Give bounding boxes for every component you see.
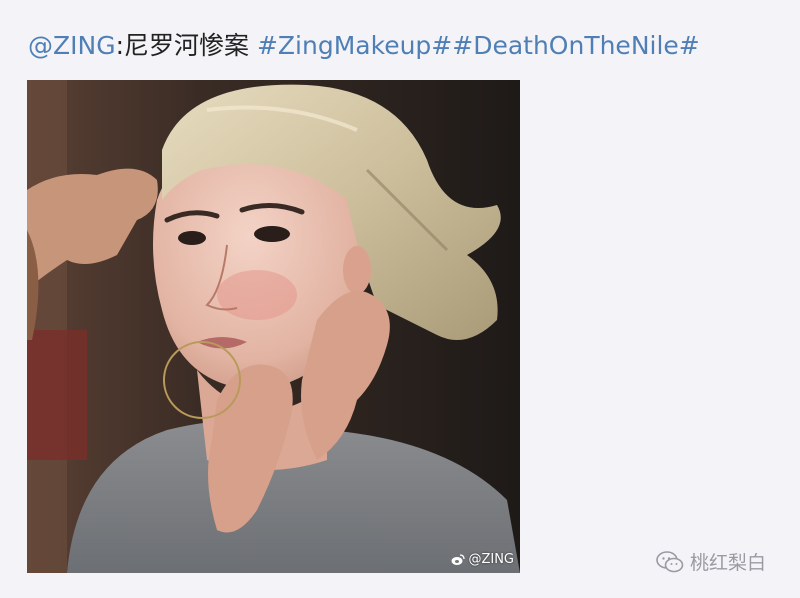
wechat-account-name: 桃红梨白 bbox=[690, 552, 767, 574]
wechat-account-watermark: 桃红梨白 bbox=[656, 548, 766, 575]
mention-link[interactable]: @ZING bbox=[28, 31, 116, 60]
photo-watermark-text: @ZING bbox=[468, 552, 514, 567]
post-photo[interactable]: @ZING bbox=[27, 80, 520, 573]
post-text: @ZING:尼罗河惨案 #ZingMakeup##DeathOnTheNile# bbox=[28, 28, 700, 64]
photo-illustration bbox=[27, 80, 520, 573]
post-card: @ZING:尼罗河惨案 #ZingMakeup##DeathOnTheNile# bbox=[0, 0, 800, 598]
photo-watermark: @ZING bbox=[451, 552, 514, 567]
post-separator: : bbox=[115, 31, 125, 60]
wechat-icon bbox=[656, 550, 684, 572]
hashtag-zingmakeup[interactable]: #ZingMakeup# bbox=[257, 31, 452, 60]
hashtag-deathonthenile[interactable]: #DeathOnTheNile# bbox=[452, 31, 700, 60]
weibo-icon bbox=[451, 553, 466, 565]
post-title-text: 尼罗河惨案 bbox=[124, 31, 250, 60]
